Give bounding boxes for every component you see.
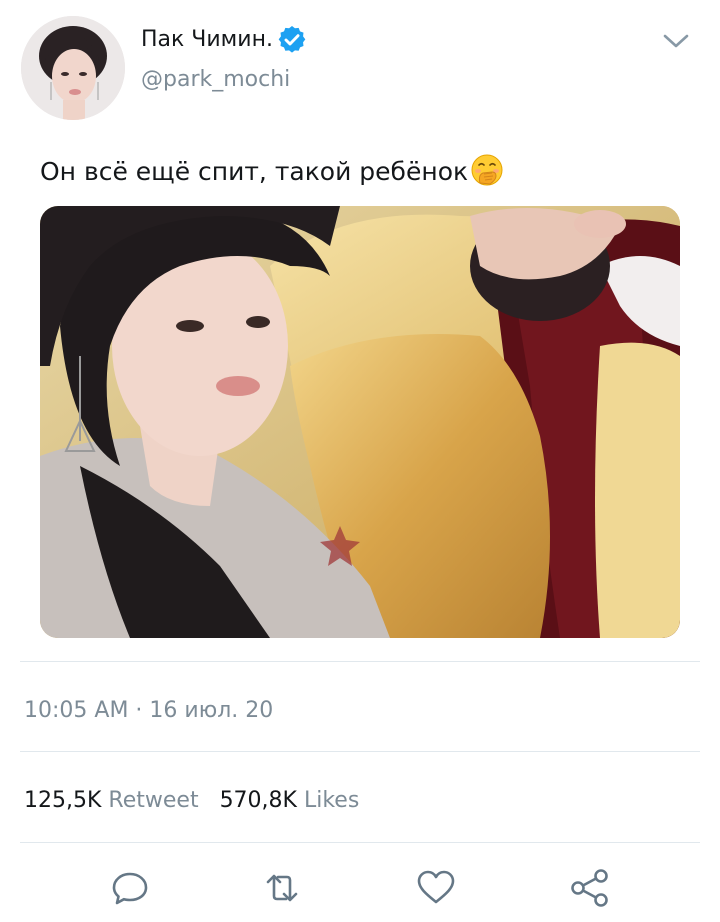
likes-stat[interactable]: 570,8K Likes [220, 788, 360, 813]
tweet-card: Пак Чимин. @park_mochi Он всё ещё спит, … [0, 0, 720, 922]
tweet-text: Он всё ещё спит, такой ребёнок [40, 154, 504, 190]
heart-icon[interactable] [414, 866, 458, 910]
user-handle[interactable]: @park_mochi [141, 66, 290, 94]
retweet-icon[interactable] [260, 866, 304, 910]
retweets-count: 125,5K [24, 788, 102, 813]
share-icon[interactable] [568, 866, 612, 910]
chevron-down-icon[interactable] [660, 28, 692, 54]
display-name[interactable]: Пак Чимин. [141, 26, 273, 54]
retweets-label: Retweet [108, 788, 199, 813]
tweet-timestamp[interactable]: 10:05 AM · 16 июл. 20 [24, 696, 273, 726]
divider [20, 751, 700, 752]
avatar[interactable] [21, 16, 125, 120]
tweet-text-content: Он всё ещё спит, такой ребёнок [40, 157, 469, 186]
divider [20, 842, 700, 843]
retweets-stat[interactable]: 125,5K Retweet [24, 788, 199, 813]
likes-label: Likes [303, 788, 360, 813]
divider [20, 661, 700, 662]
tweet-actions-bar [0, 862, 720, 922]
tweet-stats: 125,5K Retweet 570,8K Likes [24, 786, 359, 816]
reply-icon[interactable] [108, 866, 152, 910]
tweet-photo-image [40, 206, 680, 638]
avatar-image [21, 16, 125, 120]
tweet-photo[interactable] [40, 206, 680, 638]
face-with-hand-over-mouth-emoji-icon [471, 154, 503, 186]
likes-count: 570,8K [219, 788, 297, 813]
verified-badge-icon [278, 26, 306, 53]
